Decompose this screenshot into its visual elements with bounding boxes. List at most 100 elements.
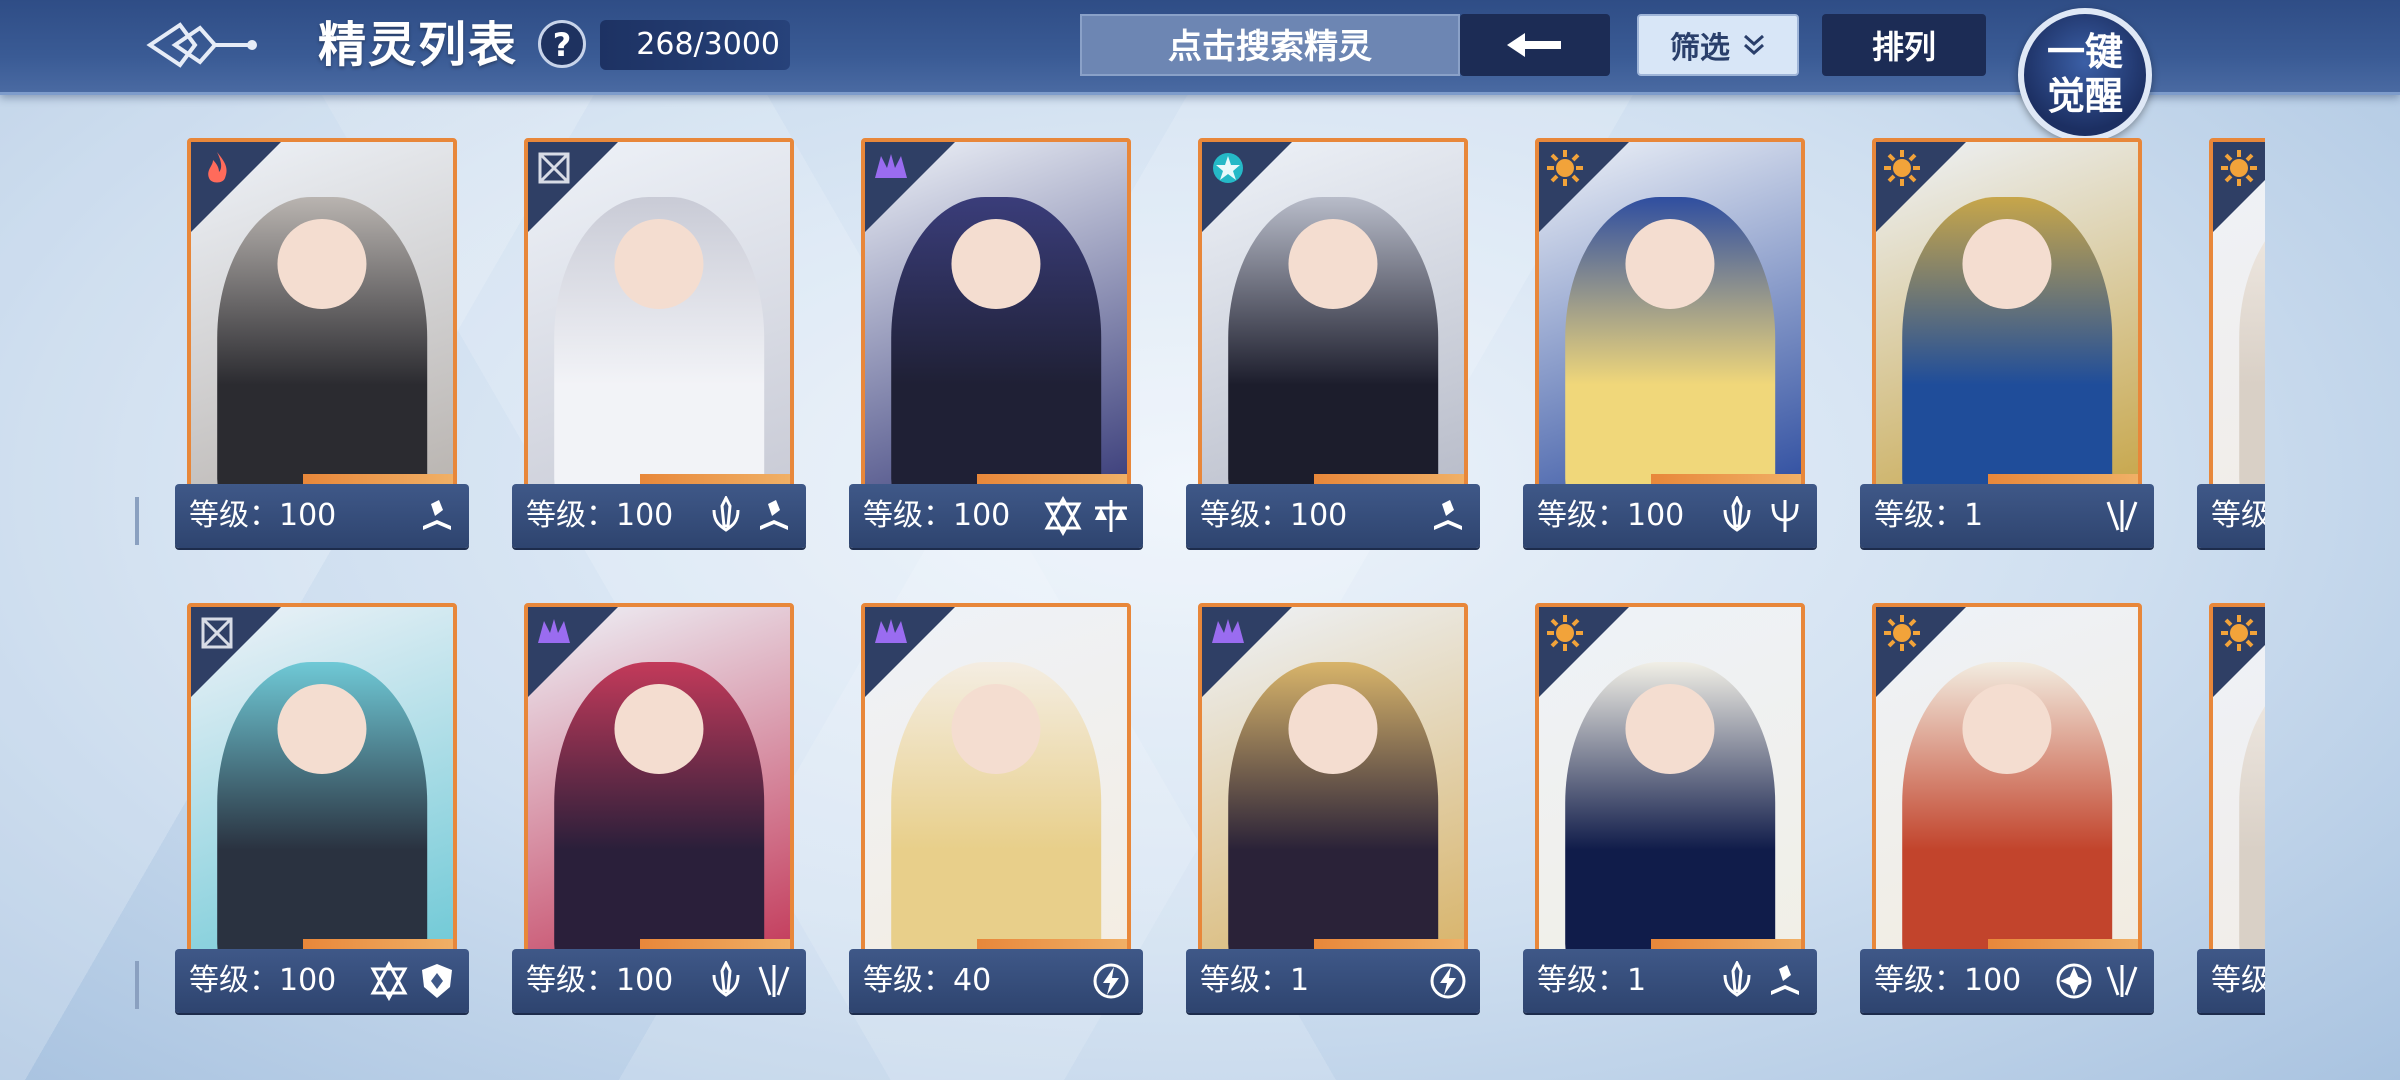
- sun-icon: [1882, 613, 1922, 653]
- spirit-portrait: [187, 138, 457, 494]
- level-text: 等级：1: [1537, 963, 1647, 998]
- spirit-portrait: [1198, 603, 1468, 959]
- role-icons: [1091, 961, 1131, 1001]
- claw-icon: [2102, 496, 2142, 536]
- grey-emblem-icon: [534, 148, 574, 188]
- row-indicator: [135, 497, 139, 545]
- spirit-card[interactable]: 等级：100: [512, 603, 806, 1021]
- back-button[interactable]: [140, 10, 260, 80]
- sun-icon: [1882, 148, 1922, 188]
- level-text: 等级：1: [1200, 963, 1310, 998]
- purple-emblem-icon: [871, 148, 911, 188]
- awaken-label-line2: 觉醒: [2046, 73, 2123, 118]
- spirit-portrait: [1872, 603, 2142, 959]
- level-bar: 等级：100: [1186, 484, 1480, 548]
- sun-icon: [1545, 148, 1585, 188]
- search-input[interactable]: 点击搜索精灵: [1080, 14, 1460, 76]
- level-bar: 等级：100: [1523, 484, 1817, 548]
- level-text: 等级：40: [863, 963, 992, 998]
- spirit-card[interactable]: 等级：1: [1523, 603, 1817, 1021]
- spirit-card[interactable]: 等级: [2197, 138, 2265, 556]
- star-icon: [369, 961, 409, 1001]
- role-icons: [706, 496, 794, 536]
- book-icon: [1765, 961, 1805, 1001]
- level-bar: 等级：100: [512, 484, 806, 548]
- trident-icon: [1765, 496, 1805, 536]
- target-icon: [2054, 961, 2094, 1001]
- spirit-card[interactable]: 等级：40: [849, 603, 1143, 1021]
- spirit-portrait: [524, 603, 794, 959]
- grey-emblem-icon: [197, 613, 237, 653]
- level-text: 等级：100: [189, 498, 337, 533]
- role-icons: [369, 961, 457, 1001]
- role-icons: [1717, 496, 1805, 536]
- one-click-awaken-button[interactable]: 一键 觉醒: [2018, 8, 2152, 142]
- spirit-portrait: [2209, 138, 2265, 494]
- spirit-face: [277, 218, 367, 310]
- level-bar: 等级：1: [1523, 949, 1817, 1013]
- spirit-card[interactable]: 等级: [2197, 603, 2265, 1021]
- book-icon: [1428, 496, 1468, 536]
- level-text: 等级：100: [189, 963, 337, 998]
- sun-icon: [2219, 148, 2259, 188]
- filter-button[interactable]: 筛选: [1637, 14, 1799, 76]
- spirit-portrait: [524, 138, 794, 494]
- role-icons: [1043, 496, 1131, 536]
- sun-icon: [1545, 613, 1585, 653]
- spirit-card[interactable]: 等级：100: [849, 138, 1143, 556]
- spirit-card[interactable]: 等级：100: [175, 138, 469, 556]
- role-icons: [2054, 961, 2142, 1001]
- spirit-card[interactable]: 等级：100: [1523, 138, 1817, 556]
- spirit-face: [614, 218, 704, 310]
- book-icon: [417, 496, 457, 536]
- spirit-card[interactable]: 等级：1: [1860, 138, 2154, 556]
- spirit-card[interactable]: 等级：100: [1186, 138, 1480, 556]
- spirit-face: [614, 683, 704, 775]
- fire-icon: [197, 148, 237, 188]
- spirit-portrait: [1198, 138, 1468, 494]
- spirit-face: [951, 218, 1041, 310]
- sword-icon: [1717, 961, 1757, 1001]
- spirit-card[interactable]: 等级：100: [175, 603, 469, 1021]
- spirit-face: [1625, 218, 1715, 310]
- level-bar: 等级：100: [175, 484, 469, 548]
- role-icons: [706, 961, 794, 1001]
- book-icon: [754, 496, 794, 536]
- level-bar: 等级：100: [512, 949, 806, 1013]
- shield-icon: [417, 961, 457, 1001]
- spirit-face: [277, 683, 367, 775]
- role-icons: [1428, 496, 1468, 536]
- spirit-card[interactable]: 等级：100: [512, 138, 806, 556]
- spirit-card[interactable]: 等级：1: [1186, 603, 1480, 1021]
- level-text: 等级: [2211, 498, 2265, 533]
- sword-icon: [706, 961, 746, 1001]
- filter-label: 筛选: [1670, 31, 1730, 66]
- back-emblem-icon: [146, 22, 257, 68]
- spirit-face: [1288, 218, 1378, 310]
- level-bar: 等级：100: [175, 949, 469, 1013]
- spirit-portrait: [187, 603, 457, 959]
- spirit-count: 268/3000: [600, 20, 790, 70]
- bolt-icon: [1091, 961, 1131, 1001]
- arrow-left-icon: [1507, 33, 1561, 57]
- search-submit-button[interactable]: [1460, 14, 1610, 76]
- level-bar: 等级：100: [849, 484, 1143, 548]
- level-bar: 等级：100: [1860, 949, 2154, 1013]
- spirit-portrait: [1535, 138, 1805, 494]
- help-button[interactable]: ?: [538, 20, 586, 68]
- spirit-portrait: [2209, 603, 2265, 959]
- row-indicator: [135, 961, 139, 1009]
- role-icons: [417, 496, 457, 536]
- level-bar: 等级: [2197, 484, 2265, 548]
- bolt-icon: [1428, 961, 1468, 1001]
- level-text: 等级：100: [526, 498, 674, 533]
- spirit-portrait: [1535, 603, 1805, 959]
- spirit-face: [1288, 683, 1378, 775]
- spirit-face: [951, 683, 1041, 775]
- level-bar: 等级：40: [849, 949, 1143, 1013]
- claw-icon: [2102, 961, 2142, 1001]
- spirit-card[interactable]: 等级：100: [1860, 603, 2154, 1021]
- level-text: 等级：100: [1874, 963, 2022, 998]
- sort-button[interactable]: 排列: [1822, 14, 1986, 76]
- spirit-face: [1962, 683, 2052, 775]
